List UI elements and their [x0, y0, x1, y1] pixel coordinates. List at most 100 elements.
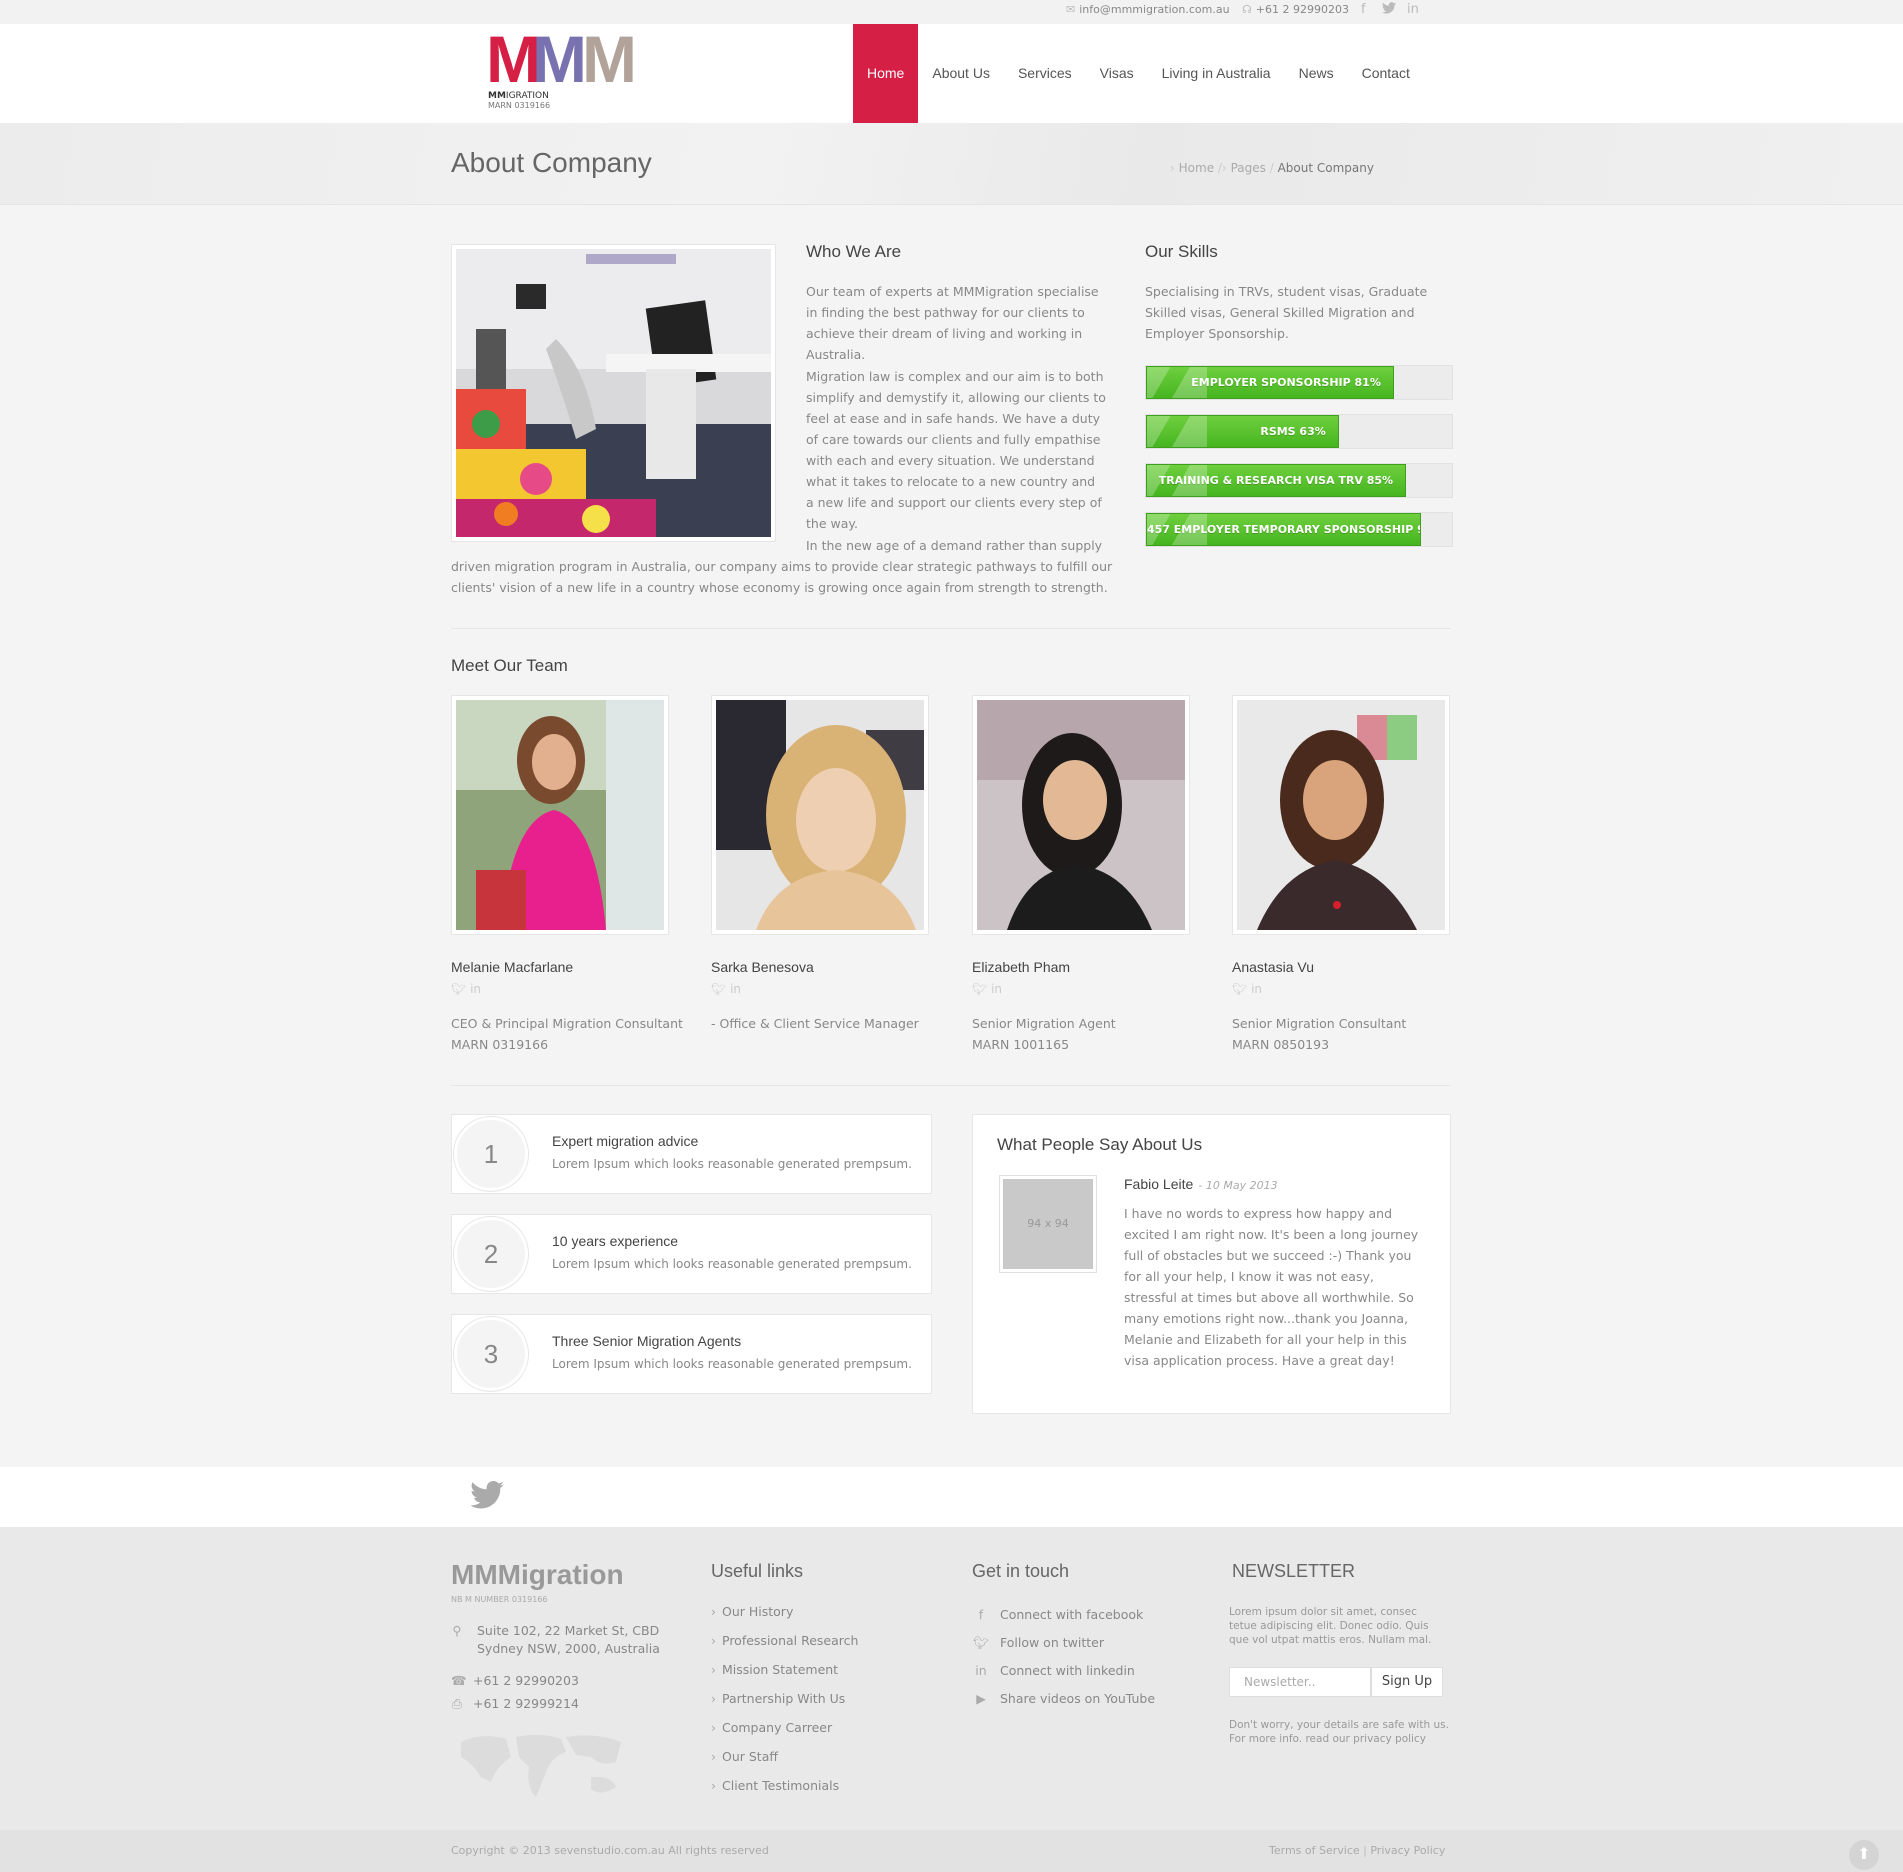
terms-link[interactable]: Terms of Service [1269, 1844, 1360, 1857]
breadcrumb-current: About Company [1277, 161, 1374, 175]
our-skills-title: Our Skills [1145, 242, 1218, 261]
who-we-are-p3a: In the new age of a demand rather than s… [806, 538, 1103, 553]
youtube-icon: ▶ [976, 1691, 986, 1706]
section-divider [451, 628, 1451, 629]
scroll-to-top-button[interactable]: ⬆ [1849, 1840, 1879, 1870]
testimonial-avatar: 94 x 94 [999, 1175, 1097, 1273]
footer-brand: MMMigration [451, 1559, 624, 1590]
phone-contact: ☊ +61 2 92990203 [1242, 3, 1349, 16]
signup-button[interactable]: Sign Up [1371, 1667, 1443, 1697]
who-we-are-p3c: clients' vision of a new life in a count… [451, 580, 1108, 595]
svg-text:M: M [582, 30, 637, 86]
breadcrumb-pages[interactable]: Pages [1231, 161, 1266, 175]
touch-link-youtube[interactable]: ▶ Share videos on YouTube [972, 1691, 1155, 1706]
footer-link-company-career[interactable]: › Company Carreer [711, 1720, 832, 1735]
footer-link-our-history[interactable]: › Our History [711, 1604, 793, 1619]
linkedin-icon[interactable]: in [470, 982, 481, 996]
team-role-1: CEO & Principal Migration Consultant MARN… [451, 1016, 683, 1052]
nav-visas[interactable]: Visas [1086, 24, 1148, 123]
feature-box-3: 3 Three Senior Migration Agents Lorem Ip… [451, 1314, 932, 1394]
top-bar: ✉ info@mmmigration.com.au ☊ +61 2 92990203… [0, 0, 1903, 24]
facebook-icon: f [978, 1607, 984, 1622]
nav-about-us[interactable]: About Us [918, 24, 1004, 123]
meet-our-team-title: Meet Our Team [451, 656, 568, 675]
testimonial-title: What People Say About Us [997, 1135, 1203, 1154]
phone-icon: ☎ [451, 1673, 467, 1688]
world-map-graphic [461, 1734, 621, 1797]
team-photo-sarka[interactable] [711, 695, 929, 935]
team-name-2: Sarka Benesova [711, 959, 814, 975]
testimonial-author: Fabio Leite [1124, 1176, 1194, 1192]
skill-track-1: EMPLOYER SPONSORSHIP 81% [1145, 365, 1453, 400]
who-we-are-p2: Migration law is complex and our aim is … [806, 369, 1106, 531]
nav-news[interactable]: News [1285, 24, 1348, 123]
footer-link-partnership[interactable]: › Partnership With Us [711, 1691, 845, 1706]
twitter-icon[interactable]: 🐦︎ [711, 982, 726, 996]
nav-home[interactable]: Home [853, 24, 919, 123]
linkedin-icon[interactable]: in [991, 982, 1002, 996]
nav-services[interactable]: Services [1004, 24, 1086, 123]
site-header: M M M MMIGRATION MARN 0319166 Home About… [0, 22, 1903, 123]
page-title: About Company [451, 147, 652, 178]
footer-link-mission-statement[interactable]: › Mission Statement [711, 1662, 838, 1677]
testimonial-box: What People Say About Us 94 x 94 Fabio L… [972, 1114, 1451, 1414]
feature-number: 2 [454, 1217, 528, 1291]
feature-number: 3 [454, 1317, 528, 1391]
facebook-icon[interactable]: f [1361, 2, 1366, 17]
touch-link-linkedin[interactable]: in Connect with linkedin [972, 1663, 1135, 1678]
linkedin-icon[interactable]: in [1251, 982, 1262, 996]
footer-fax: ⎙ +61 2 92999214 [451, 1696, 579, 1711]
team-photo-melanie[interactable] [451, 695, 669, 935]
skill-track-4: 457 EMPLOYER TEMPORARY SPONSORSHIP 90% [1145, 512, 1453, 547]
breadcrumb-home[interactable]: Home [1179, 161, 1214, 175]
logo[interactable]: M M M MMIGRATION MARN 0319166 [486, 22, 643, 110]
feature-desc: Lorem Ipsum which looks reasonable gener… [552, 1257, 912, 1271]
newsletter-input[interactable]: Newsletter.. [1229, 1667, 1371, 1697]
who-we-are-p1: Our team of experts at MMMigration speci… [806, 284, 1099, 362]
feature-desc: Lorem Ipsum which looks reasonable gener… [552, 1157, 912, 1171]
team-role-3: Senior Migration Agent MARN 1001165 [972, 1016, 1116, 1052]
email-contact[interactable]: ✉ info@mmmigration.com.au [1066, 3, 1230, 16]
svg-text:M: M [488, 30, 537, 86]
team-photo-anastasia[interactable] [1232, 695, 1450, 935]
logo-marn: MARN 0319166 [488, 101, 551, 110]
testimonial-text: I have no words to express how happy and… [1124, 1206, 1419, 1368]
touch-link-facebook[interactable]: f Connect with facebook [972, 1607, 1143, 1622]
feature-title: Expert migration advice [552, 1133, 699, 1149]
skill-bar: 457 EMPLOYER TEMPORARY SPONSORSHIP 90% [1146, 513, 1422, 546]
touch-link-twitter[interactable]: 🐦︎ Follow on twitter [972, 1635, 1104, 1651]
team-photo-elizabeth[interactable] [972, 695, 1190, 935]
nav-living-in-australia[interactable]: Living in Australia [1148, 24, 1285, 123]
footer-link-professional-research[interactable]: › Professional Research [711, 1633, 858, 1648]
useful-links-title: Useful links [711, 1561, 804, 1581]
skill-track-3: TRAINING & RESEARCH VISA TRV 85% [1145, 463, 1453, 498]
feature-desc: Lorem Ipsum which looks reasonable gener… [552, 1357, 912, 1371]
privacy-link[interactable]: Privacy Policy [1370, 1844, 1445, 1857]
page-title-band: About Company › Home /› Pages / About Co… [0, 123, 1903, 205]
twitter-icon[interactable] [1382, 2, 1396, 18]
team-role-2: - Office & Client Service Manager [711, 1016, 919, 1031]
twitter-icon[interactable] [470, 1481, 504, 1513]
nav-contact[interactable]: Contact [1348, 24, 1424, 123]
team-social-2: 🐦︎ in [711, 982, 741, 996]
testimonial-date: - 10 May 2013 [1198, 1179, 1278, 1192]
linkedin-icon[interactable]: in [1407, 2, 1419, 17]
footer-link-client-testimonials[interactable]: › Client Testimonials [711, 1778, 839, 1793]
office-image [456, 249, 771, 537]
team-social-3: 🐦︎ in [972, 982, 1002, 996]
linkedin-icon[interactable]: in [730, 982, 741, 996]
linkedin-icon: in [975, 1663, 987, 1678]
team-social-4: 🐦︎ in [1232, 982, 1262, 996]
twitter-icon[interactable]: 🐦︎ [972, 982, 987, 996]
newsletter-text: Lorem ipsum dolor sit amet, consec tetue… [1229, 1606, 1432, 1646]
footer-brand-sub: NB M NUMBER 0319166 [451, 1595, 548, 1604]
team-name-4: Anastasia Vu [1232, 959, 1314, 975]
skills-intro: Specialising in TRVs, student visas, Gra… [1145, 284, 1428, 341]
team-name-3: Elizabeth Pham [972, 959, 1071, 975]
feature-box-2: 2 10 years experience Lorem Ipsum which … [451, 1214, 932, 1294]
twitter-strip [0, 1467, 1903, 1527]
footer-phone: ☎ +61 2 92990203 [451, 1673, 579, 1688]
footer-link-our-staff[interactable]: › Our Staff [711, 1749, 778, 1764]
twitter-icon[interactable]: 🐦︎ [1232, 982, 1247, 996]
twitter-icon[interactable]: 🐦︎ [451, 982, 466, 996]
